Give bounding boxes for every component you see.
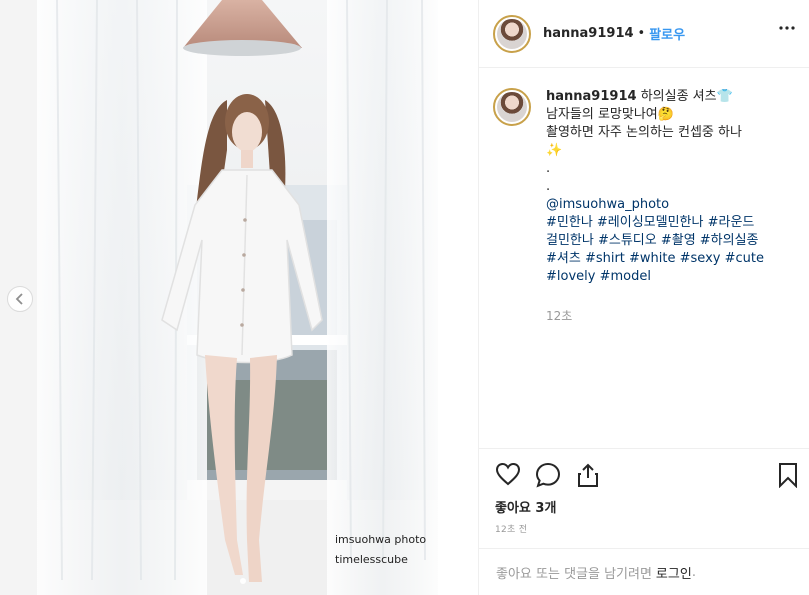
follow-button[interactable]: 팔로우 bbox=[649, 24, 685, 43]
bookmark-icon[interactable] bbox=[778, 462, 798, 488]
caption-line1: 하의실종 셔츠👕 bbox=[640, 89, 733, 104]
more-icon[interactable] bbox=[779, 26, 795, 30]
caption-comment: hanna91914 하의실종 셔츠👕 남자들의 로망맞나여🤔 촬영하면 자주 … bbox=[493, 88, 791, 286]
caption-line2: 남자들의 로망맞나여🤔 bbox=[546, 107, 674, 122]
login-prompt: 좋아요 또는 댓글을 남기려면 로그인 . bbox=[479, 548, 809, 595]
posted-time[interactable]: 12초 전 bbox=[495, 522, 527, 535]
photo-watermark-line1: imsuohwa photo bbox=[335, 533, 427, 546]
mention-link[interactable]: @imsuohwa_photo bbox=[546, 196, 791, 214]
caption-avatar[interactable] bbox=[493, 88, 531, 126]
hashtags-line3[interactable]: #셔츠 #shirt #white #sexy #cute bbox=[546, 250, 791, 268]
carousel-prev-button[interactable] bbox=[7, 286, 33, 312]
header-separator: • bbox=[637, 26, 646, 41]
login-prompt-end: . bbox=[691, 564, 696, 580]
header-username[interactable]: hanna91914 bbox=[543, 26, 634, 41]
caption-text: hanna91914 하의실종 셔츠👕 남자들의 로망맞나여🤔 촬영하면 자주 … bbox=[546, 88, 791, 286]
hashtags-line4[interactable]: #lovely #model bbox=[546, 268, 791, 286]
post-side-panel: hanna91914 • 팔로우 hanna91914 하의실종 셔츠👕 남자들… bbox=[478, 0, 809, 595]
photo-watermark-line2: timelesscube bbox=[335, 553, 408, 566]
caption-line4: ✨ bbox=[546, 143, 563, 158]
carousel-dot-active bbox=[240, 578, 246, 584]
photo-illustration bbox=[37, 0, 438, 595]
caption-line3: 촬영하면 자주 논의하는 컨셉중 하나 bbox=[546, 125, 742, 140]
avatar[interactable] bbox=[493, 14, 531, 53]
caption-dot1: . bbox=[546, 161, 551, 176]
hashtags-line2[interactable]: 걸민한나 #스튜디오 #촬영 #하의실종 bbox=[546, 232, 791, 250]
post-photo[interactable]: imsuohwa photo timelesscube bbox=[37, 0, 438, 595]
heart-icon[interactable] bbox=[495, 462, 521, 486]
hashtags-line1[interactable]: #민한나 #레이싱모델민한나 #라운드 bbox=[546, 214, 791, 232]
action-bar: 좋아요 3개 12초 전 bbox=[479, 448, 809, 548]
login-prompt-text: 좋아요 또는 댓글을 남기려면 bbox=[496, 566, 652, 582]
caption-username[interactable]: hanna91914 bbox=[546, 89, 637, 104]
caption-dot2: . bbox=[546, 179, 551, 194]
caption-timestamp[interactable]: 12초 bbox=[546, 307, 572, 324]
post-header: hanna91914 • 팔로우 bbox=[479, 0, 809, 68]
share-icon[interactable] bbox=[575, 462, 601, 488]
likes-count[interactable]: 좋아요 3개 bbox=[495, 497, 556, 516]
login-link[interactable]: 로그인 bbox=[656, 563, 692, 582]
chevron-left-icon bbox=[15, 293, 23, 305]
comment-icon[interactable] bbox=[535, 462, 561, 488]
